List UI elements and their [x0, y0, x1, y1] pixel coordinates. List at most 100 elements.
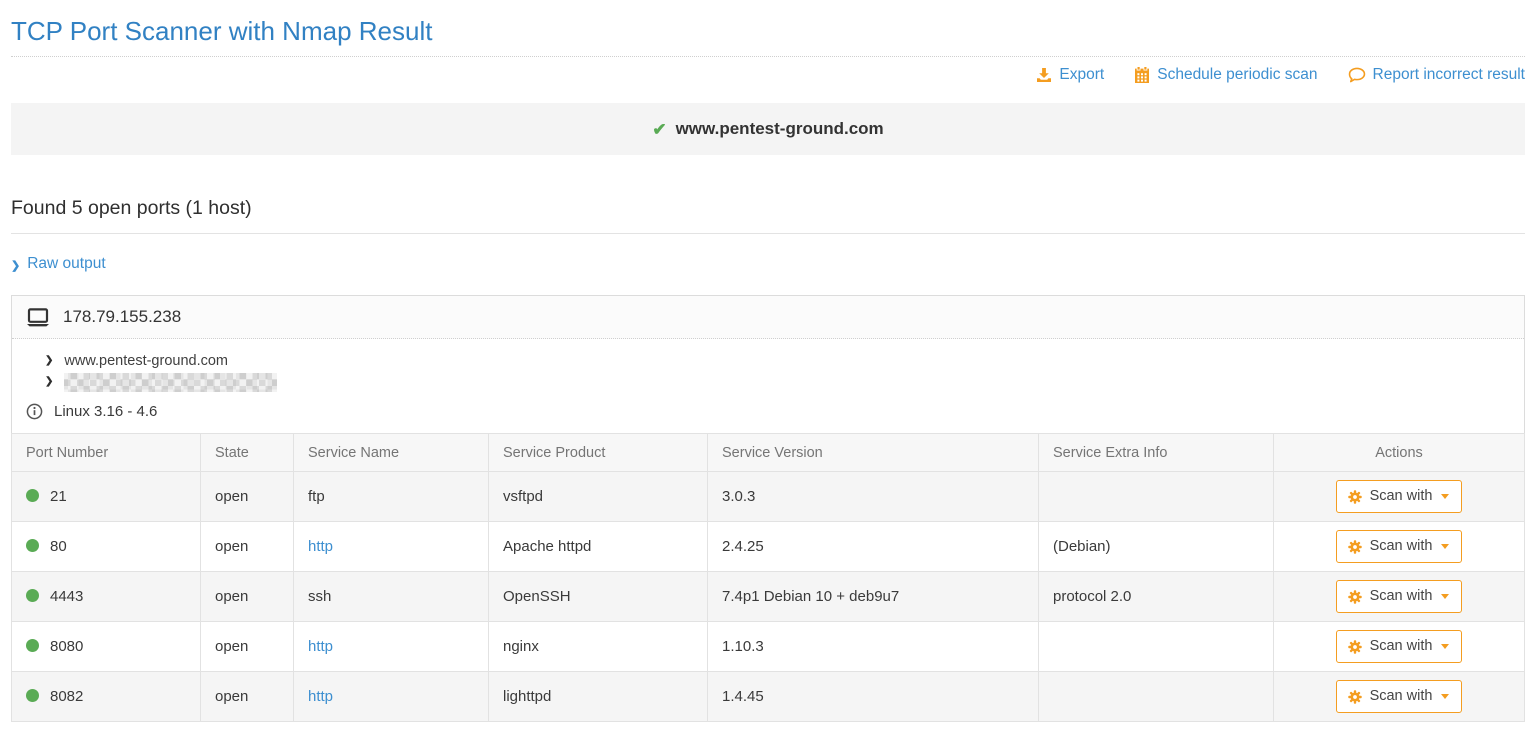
report-label: Report incorrect result [1373, 66, 1525, 84]
port-cell: 8080 [12, 622, 201, 672]
service-name[interactable]: http [308, 688, 333, 705]
page-title: TCP Port Scanner with Nmap Result [11, 15, 1525, 47]
port-number: 4443 [50, 588, 83, 605]
service-extra-info-cell [1039, 672, 1274, 722]
table-row: 8080 open http nginx 1.10.3 [12, 622, 1525, 672]
service-version-cell: 3.0.3 [708, 472, 1039, 522]
scan-with-button[interactable]: Scan with [1336, 530, 1463, 563]
service-product-cell: nginx [489, 622, 708, 672]
port-cell: 21 [12, 472, 201, 522]
open-status-dot-icon [26, 589, 39, 602]
scan-with-button[interactable]: Scan with [1336, 630, 1463, 663]
service-extra-info-cell [1039, 622, 1274, 672]
export-label: Export [1059, 66, 1104, 84]
scan-with-button[interactable]: Scan with [1336, 480, 1463, 513]
scan-target-banner: ✔ www.pentest-ground.com [11, 103, 1525, 155]
caret-down-icon [1441, 494, 1449, 499]
open-status-dot-icon [26, 489, 39, 502]
scan-with-label: Scan with [1370, 587, 1433, 606]
service-version-cell: 1.4.45 [708, 672, 1039, 722]
service-extra-info-cell: protocol 2.0 [1039, 572, 1274, 622]
actions-cell: Scan with [1274, 572, 1525, 622]
info-icon [26, 403, 43, 420]
open-ports-table: Port Number State Service Name Service P… [11, 433, 1525, 722]
caret-down-icon [1441, 544, 1449, 549]
raw-output-label: Raw output [27, 255, 105, 273]
gear-icon [1348, 640, 1362, 654]
actions-cell: Scan with [1274, 622, 1525, 672]
scan-with-label: Scan with [1370, 687, 1433, 706]
scan-with-label: Scan with [1370, 637, 1433, 656]
column-header-service-extra-info: Service Extra Info [1039, 434, 1274, 472]
port-number: 8080 [50, 638, 83, 655]
actions-cell: Scan with [1274, 672, 1525, 722]
service-product-cell: vsftpd [489, 472, 708, 522]
chevron-right-icon: ❯ [45, 355, 53, 366]
table-row: 4443 open ssh OpenSSH 7.4p1 Debian 10 + … [12, 572, 1525, 622]
schedule-periodic-scan-button[interactable]: Schedule periodic scan [1134, 66, 1317, 84]
host-hostname-row-redacted: ❯ [26, 371, 1510, 392]
service-name-cell: ssh [294, 572, 489, 622]
gear-icon [1348, 490, 1362, 504]
host-ip: 178.79.155.238 [63, 307, 181, 327]
chevron-right-icon: ❯ [11, 259, 20, 272]
port-number: 8082 [50, 688, 83, 705]
check-icon: ✔ [652, 121, 666, 138]
raw-output-toggle[interactable]: ❯ Raw output [11, 255, 106, 273]
column-header-service-product: Service Product [489, 434, 708, 472]
redacted-hostname [64, 373, 277, 392]
table-row: 8082 open http lighttpd 1.4.45 [12, 672, 1525, 722]
caret-down-icon [1441, 594, 1449, 599]
open-status-dot-icon [26, 689, 39, 702]
scan-with-button[interactable]: Scan with [1336, 680, 1463, 713]
service-name: ftp [308, 488, 325, 505]
table-row: 21 open ftp vsftpd 3.0.3 S [12, 472, 1525, 522]
column-header-actions: Actions [1274, 434, 1525, 472]
service-name-cell: http [294, 622, 489, 672]
service-version-cell: 2.4.25 [708, 522, 1039, 572]
table-header-row: Port Number State Service Name Service P… [12, 434, 1525, 472]
laptop-icon [26, 308, 50, 327]
scan-target: www.pentest-ground.com [676, 119, 884, 139]
caret-down-icon [1441, 694, 1449, 699]
gear-icon [1348, 540, 1362, 554]
port-number: 21 [50, 488, 67, 505]
state-cell: open [201, 572, 294, 622]
table-body: 21 open ftp vsftpd 3.0.3 S [12, 472, 1525, 722]
service-product-cell: Apache httpd [489, 522, 708, 572]
service-name-cell: http [294, 672, 489, 722]
service-name: ssh [308, 588, 331, 605]
port-cell: 80 [12, 522, 201, 572]
service-name[interactable]: http [308, 638, 333, 655]
scan-with-button[interactable]: Scan with [1336, 580, 1463, 613]
caret-down-icon [1441, 644, 1449, 649]
state-cell: open [201, 672, 294, 722]
service-name-cell: ftp [294, 472, 489, 522]
gear-icon [1348, 690, 1362, 704]
result-toolbar: Export Schedule periodic scan Report inc… [11, 57, 1525, 94]
host-os-row: Linux 3.16 - 4.6 [26, 403, 1510, 420]
port-cell: 8082 [12, 672, 201, 722]
column-header-state: State [201, 434, 294, 472]
host-os: Linux 3.16 - 4.6 [54, 403, 157, 420]
column-header-port-number: Port Number [12, 434, 201, 472]
service-version-cell: 7.4p1 Debian 10 + deb9u7 [708, 572, 1039, 622]
actions-cell: Scan with [1274, 522, 1525, 572]
calendar-icon [1134, 67, 1150, 83]
table-row: 80 open http Apache httpd 2.4.25 (Debian… [12, 522, 1525, 572]
port-cell: 4443 [12, 572, 201, 622]
column-header-service-name: Service Name [294, 434, 489, 472]
host-hostname: www.pentest-ground.com [64, 353, 228, 369]
state-cell: open [201, 522, 294, 572]
report-incorrect-result-button[interactable]: Report incorrect result [1348, 66, 1525, 84]
speech-bubble-icon [1348, 67, 1366, 83]
state-cell: open [201, 472, 294, 522]
service-extra-info-cell: (Debian) [1039, 522, 1274, 572]
service-name-cell: http [294, 522, 489, 572]
export-button[interactable]: Export [1036, 66, 1104, 84]
service-extra-info-cell [1039, 472, 1274, 522]
service-product-cell: lighttpd [489, 672, 708, 722]
actions-cell: Scan with [1274, 472, 1525, 522]
service-version-cell: 1.10.3 [708, 622, 1039, 672]
service-name[interactable]: http [308, 538, 333, 555]
